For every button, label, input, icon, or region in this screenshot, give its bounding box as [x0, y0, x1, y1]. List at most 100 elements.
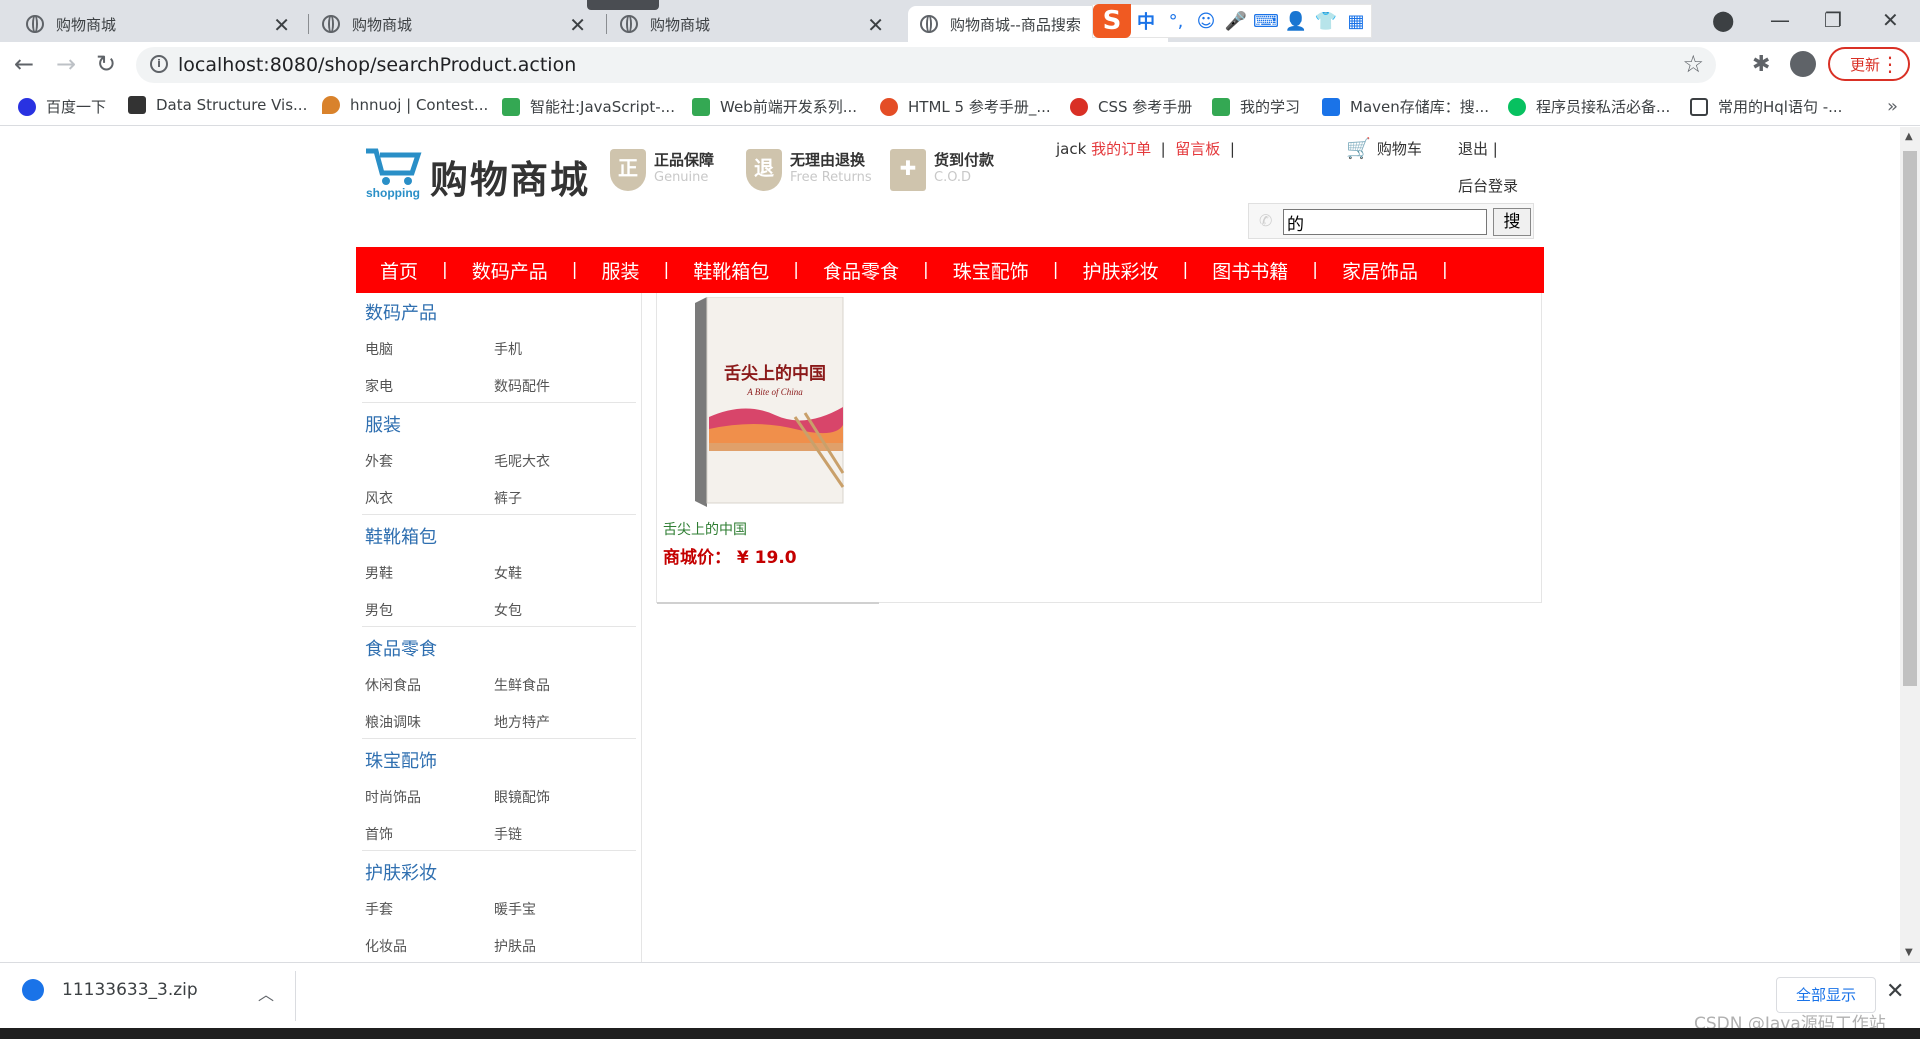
close-tab-icon[interactable]: ✕: [273, 13, 290, 37]
back-icon[interactable]: ←: [14, 50, 34, 78]
sogou-logo-icon[interactable]: S: [1093, 4, 1131, 38]
nav-item[interactable]: 首页: [356, 257, 442, 284]
url-text[interactable]: localhost:8080/shop/searchProduct.action: [178, 54, 576, 76]
search-input[interactable]: [1283, 209, 1487, 235]
subcategory-link[interactable]: 护肤品: [494, 936, 536, 956]
admin-login-link[interactable]: 后台登录: [1458, 175, 1518, 196]
subcategory-link[interactable]: 毛呢大衣: [494, 451, 550, 471]
address-bar[interactable]: i localhost:8080/shop/searchProduct.acti…: [136, 47, 1716, 83]
subcategory-link[interactable]: 女鞋: [494, 563, 522, 583]
category-title[interactable]: 食品零食: [365, 635, 437, 661]
bookmark-item[interactable]: HTML 5 参考手册_...: [880, 96, 1051, 117]
grid-icon[interactable]: ▦: [1341, 11, 1371, 32]
nav-item[interactable]: 食品零食: [799, 257, 923, 284]
subcategory-link[interactable]: 手机: [494, 339, 522, 359]
nav-item[interactable]: 家居饰品: [1318, 257, 1442, 284]
bookmark-label: hnnuoj | Contest...: [350, 96, 489, 114]
close-icon[interactable]: ✕: [1886, 979, 1904, 1004]
product-name-link[interactable]: 舌尖上的中国: [663, 519, 747, 539]
keyboard-icon[interactable]: ⌨: [1251, 11, 1281, 32]
browser-tab-2[interactable]: 购物商城 ✕: [310, 6, 600, 42]
search-button[interactable]: 搜: [1493, 208, 1531, 236]
subcategory-link[interactable]: 眼镜配饰: [494, 787, 550, 807]
more-bookmarks-icon[interactable]: »: [1887, 96, 1898, 117]
scroll-thumb[interactable]: [1903, 151, 1917, 686]
bookmark-item[interactable]: 程序员接私活必备...: [1508, 96, 1670, 117]
emoji-icon[interactable]: ☺: [1191, 11, 1221, 32]
close-tab-icon[interactable]: ✕: [569, 13, 586, 37]
category-title[interactable]: 护肤彩妆: [365, 859, 437, 885]
ime-punct[interactable]: °,: [1161, 11, 1191, 32]
close-tab-icon[interactable]: ✕: [867, 13, 884, 37]
subcategory-link[interactable]: 生鲜食品: [494, 675, 550, 695]
message-board-link[interactable]: 留言板: [1175, 140, 1220, 158]
nav-item[interactable]: 护肤彩妆: [1059, 257, 1183, 284]
subcategory-link[interactable]: 家电: [365, 376, 393, 396]
bookmark-star-icon[interactable]: ☆: [1682, 50, 1704, 78]
subcategory-link[interactable]: 时尚饰品: [365, 787, 421, 807]
skin-icon[interactable]: 👕: [1311, 11, 1341, 32]
category-title[interactable]: 数码产品: [365, 299, 437, 325]
update-button[interactable]: 更新 ⋮: [1828, 47, 1910, 81]
subcategory-link[interactable]: 手套: [365, 899, 393, 919]
show-all-button[interactable]: 全部显示: [1776, 977, 1876, 1013]
tab-search-icon[interactable]: ⬤: [1712, 8, 1734, 32]
subcategory-link[interactable]: 女包: [494, 600, 522, 620]
bookmark-item[interactable]: Web前端开发系列...: [692, 96, 857, 117]
subcategory-link[interactable]: 化妆品: [365, 936, 407, 956]
browser-tab-1[interactable]: 购物商城 ✕: [14, 6, 304, 42]
site-info-icon[interactable]: i: [150, 55, 168, 73]
ime-mode[interactable]: 中: [1131, 8, 1161, 34]
subcategory-link[interactable]: 风衣: [365, 488, 393, 508]
reload-icon[interactable]: ↻: [96, 50, 116, 78]
subcategory-link[interactable]: 休闲食品: [365, 675, 421, 695]
logout-link[interactable]: 退出: [1458, 140, 1488, 158]
subcategory-link[interactable]: 男鞋: [365, 563, 393, 583]
profile-avatar[interactable]: [1790, 51, 1816, 77]
category-title[interactable]: 服装: [365, 411, 401, 437]
extensions-icon[interactable]: ✱: [1752, 52, 1770, 77]
download-item[interactable]: 11133633_3.zip: [22, 979, 198, 1001]
microphone-icon[interactable]: 🎤: [1221, 11, 1251, 32]
forward-icon[interactable]: →: [56, 50, 76, 78]
product-cover-image[interactable]: 舌尖上的中国 A Bite of China: [695, 297, 845, 507]
cart-link[interactable]: 🛒 购物车: [1346, 136, 1422, 160]
shop-logo[interactable]: shopping 购物商城: [362, 143, 592, 202]
bookmark-item[interactable]: 百度一下: [18, 96, 106, 117]
nav-item[interactable]: 数码产品: [448, 257, 572, 284]
nav-item[interactable]: 图书书籍: [1188, 257, 1312, 284]
bookmark-item[interactable]: Maven存储库：搜...: [1322, 96, 1489, 117]
chevron-up-icon[interactable]: ︿: [258, 981, 274, 1005]
minimize-icon[interactable]: —: [1770, 8, 1790, 32]
scroll-down-arrow-icon[interactable]: ▼: [1905, 947, 1913, 958]
subcategory-link[interactable]: 地方特产: [494, 712, 550, 732]
nav-item[interactable]: 鞋靴箱包: [669, 257, 793, 284]
my-orders-link[interactable]: 我的订单: [1091, 140, 1151, 158]
category-title[interactable]: 珠宝配饰: [365, 747, 437, 773]
nav-item[interactable]: 服装: [578, 257, 664, 284]
scroll-up-arrow-icon[interactable]: ▲: [1905, 131, 1913, 142]
menu-dots-icon[interactable]: ⋮: [1880, 52, 1900, 76]
subcategory-link[interactable]: 男包: [365, 600, 393, 620]
bookmark-item[interactable]: 智能社:JavaScript-...: [502, 96, 675, 117]
bookmark-item[interactable]: hnnuoj | Contest...: [322, 96, 488, 114]
close-window-icon[interactable]: ✕: [1882, 8, 1899, 32]
subcategory-link[interactable]: 粮油调味: [365, 712, 421, 732]
restore-icon[interactable]: ❐: [1824, 8, 1842, 32]
subcategory-link[interactable]: 数码配件: [494, 376, 550, 396]
subcategory-link[interactable]: 电脑: [365, 339, 393, 359]
bookmark-item[interactable]: 常用的Hql语句 -...: [1690, 96, 1842, 117]
vertical-scrollbar[interactable]: ▲ ▼: [1900, 127, 1920, 962]
subcategory-link[interactable]: 暖手宝: [494, 899, 536, 919]
subcategory-link[interactable]: 外套: [365, 451, 393, 471]
nav-item[interactable]: 珠宝配饰: [929, 257, 1053, 284]
subcategory-link[interactable]: 首饰: [365, 824, 393, 844]
subcategory-link[interactable]: 手链: [494, 824, 522, 844]
category-title[interactable]: 鞋靴箱包: [365, 523, 437, 549]
bookmark-item[interactable]: 我的学习: [1212, 96, 1300, 117]
bookmark-item[interactable]: CSS 参考手册: [1070, 96, 1192, 117]
subcategory-link[interactable]: 裤子: [494, 488, 522, 508]
user-icon[interactable]: 👤: [1281, 11, 1311, 32]
browser-tab-3[interactable]: 购物商城 ✕: [608, 6, 898, 42]
bookmark-item[interactable]: Data Structure Vis...: [128, 96, 307, 114]
